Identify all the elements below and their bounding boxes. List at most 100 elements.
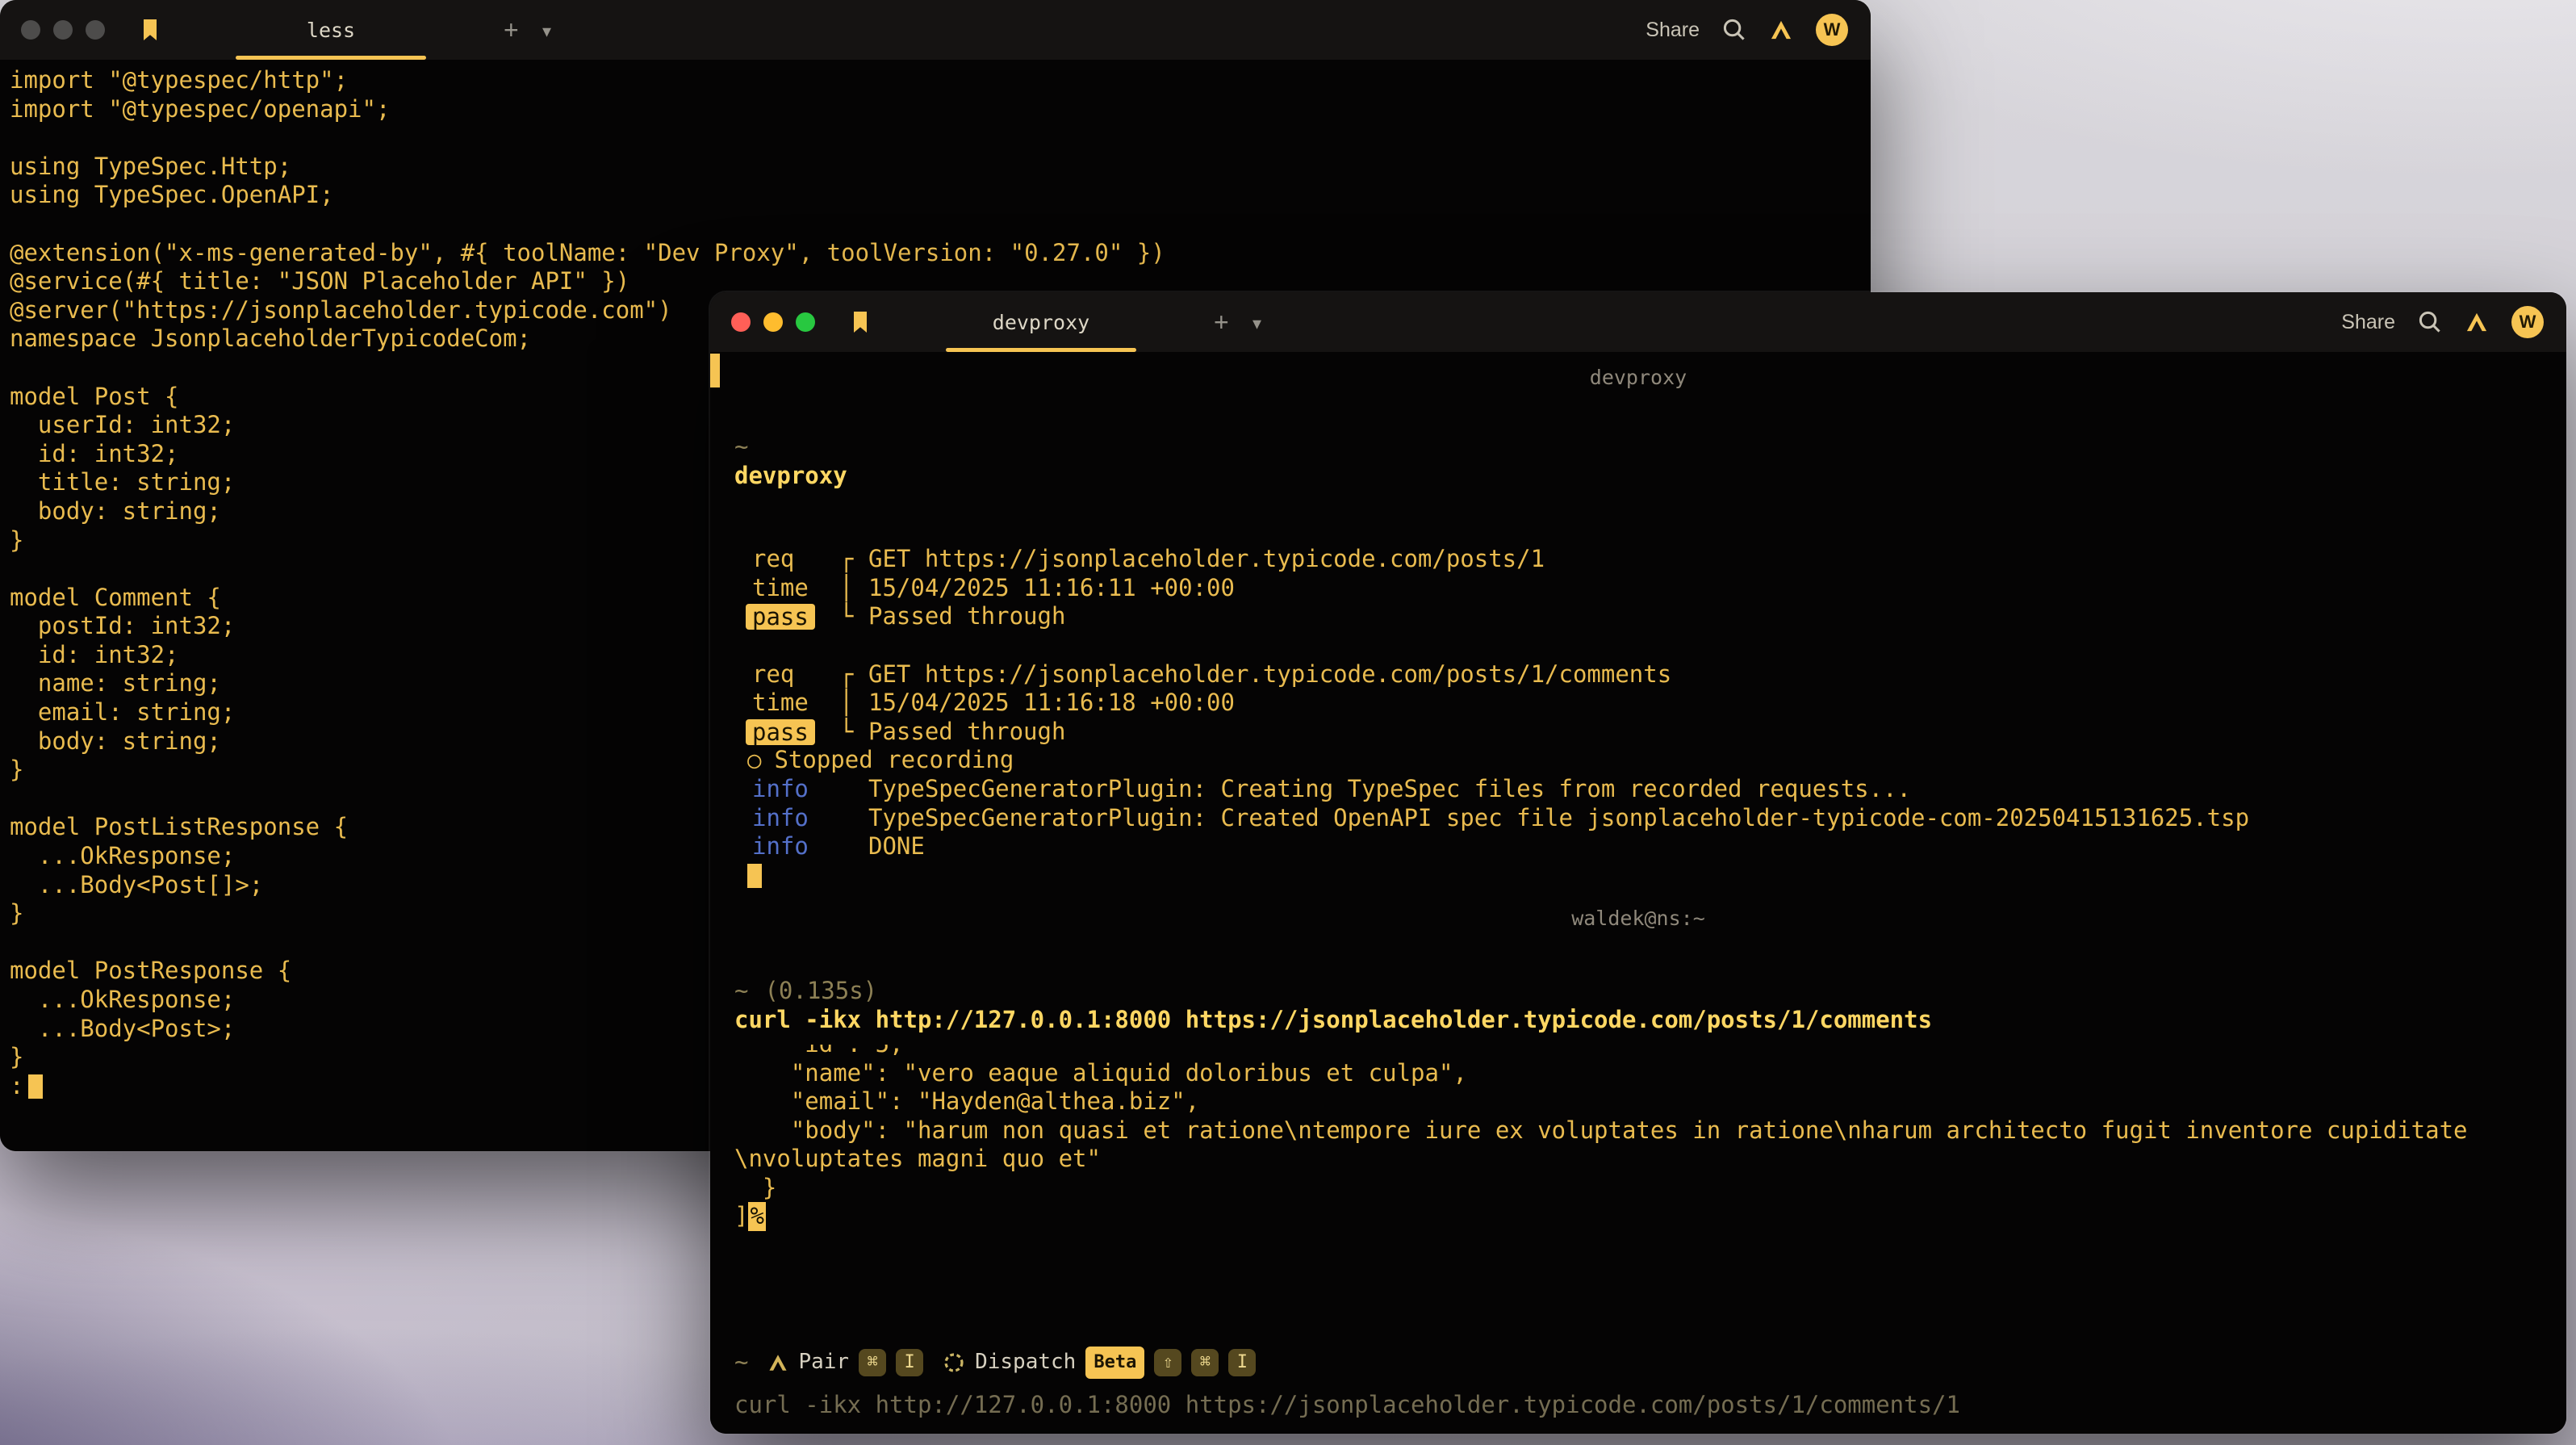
traffic-lights — [21, 20, 105, 40]
box-corner-top: ┌ — [839, 545, 868, 574]
tab-title: devproxy — [993, 311, 1089, 334]
shift-key: ⇧ — [1154, 1349, 1181, 1376]
dispatch-button[interactable]: Dispatch Beta ⇧ ⌘ I — [943, 1347, 1256, 1379]
info-row: info DONE — [734, 832, 2542, 861]
tab-devproxy[interactable]: devproxy — [920, 292, 1162, 352]
cursor-block — [28, 1074, 43, 1099]
time-label: time — [752, 689, 839, 718]
info-row: info TypeSpecGeneratorPlugin: Creating T… — [734, 775, 2542, 804]
tab-title: less — [307, 19, 355, 42]
request-row: req ┌ GET https://jsonplaceholder.typico… — [734, 660, 2542, 689]
clipped-output-line: "id": 5, — [734, 1045, 2542, 1059]
search-icon[interactable] — [2418, 310, 2442, 334]
info-row: info TypeSpecGeneratorPlugin: Created Op… — [734, 804, 2542, 833]
running-cursor-line — [734, 861, 2542, 890]
box-corner-top: ┌ — [839, 660, 868, 689]
prompt-row: ~ — [734, 433, 2542, 462]
prompt-dir: ~ — [734, 433, 748, 462]
request-result: Passed through — [868, 718, 2542, 747]
traffic-lights — [731, 312, 815, 332]
bookmarks-icon[interactable] — [849, 310, 872, 334]
block-sticky-header: devproxy — [734, 365, 2542, 391]
prompt-row: ~ (0.135s) — [734, 977, 2542, 1006]
search-icon[interactable] — [1722, 18, 1746, 42]
dispatch-icon — [943, 1351, 965, 1374]
info-label: info — [752, 804, 839, 833]
closing-bracket: ] — [734, 1202, 748, 1231]
prompt-dir: ~ — [734, 977, 748, 1006]
i-key: I — [896, 1349, 923, 1376]
close-button[interactable] — [731, 312, 751, 332]
request-url: GET https://jsonplaceholder.typicode.com… — [868, 660, 2542, 689]
time-label: time — [752, 574, 839, 603]
avatar[interactable]: W — [1816, 14, 1848, 46]
time-row: time │ 15/04/2025 11:16:18 +00:00 — [734, 689, 2542, 718]
titlebar-less[interactable]: less + ▾ Share W — [0, 0, 1871, 60]
info-label: info — [752, 832, 839, 861]
devproxy-terminal-content[interactable]: devproxy ~ devproxy req ┌ GET https://js… — [710, 352, 2566, 1434]
pass-row: pass └ Passed through — [734, 602, 2542, 631]
command-duration: (0.135s) — [764, 977, 877, 1006]
request-time: 15/04/2025 11:16:11 +00:00 — [868, 574, 2542, 603]
beta-badge: Beta — [1085, 1347, 1144, 1379]
request-url: GET https://jsonplaceholder.typicode.com… — [868, 545, 2542, 574]
info-label: info — [752, 775, 839, 804]
warp-logo-icon[interactable] — [1769, 19, 1793, 40]
new-tab-button[interactable]: + — [504, 0, 519, 60]
share-button[interactable]: Share — [1646, 19, 1700, 42]
window-devproxy[interactable]: devproxy + ▾ Share W devproxy ~ — [710, 292, 2566, 1434]
req-label: req — [752, 660, 839, 689]
prompt-dir: ~ — [734, 1348, 748, 1377]
command-input-ghost[interactable]: curl -ikx http://127.0.0.1:8000 https://… — [734, 1388, 2542, 1421]
zoom-button[interactable] — [796, 312, 815, 332]
desktop: less + ▾ Share W import "@typespec/http"… — [0, 0, 2576, 1445]
box-pipe: │ — [839, 574, 868, 603]
box-corner-bottom: └ — [839, 602, 868, 631]
record-stop-icon: ○ — [747, 746, 761, 775]
command-curl: curl -ikx http://127.0.0.1:8000 https://… — [734, 1006, 2542, 1035]
minimize-button[interactable] — [763, 312, 783, 332]
close-button[interactable] — [21, 20, 40, 40]
zoom-button[interactable] — [86, 20, 105, 40]
bookmarks-icon[interactable] — [139, 18, 161, 42]
cursor-block — [747, 864, 762, 888]
partial-line-marker: % — [748, 1202, 765, 1231]
devproxy-output: req ┌ GET https://jsonplaceholder.typico… — [734, 545, 2542, 890]
pass-badge: pass — [746, 719, 815, 745]
pass-row: pass └ Passed through — [734, 718, 2542, 747]
tab-less[interactable]: less — [210, 0, 452, 60]
cmd-key: ⌘ — [1191, 1349, 1219, 1376]
warp-pair-icon — [767, 1353, 788, 1372]
info-text: DONE — [868, 832, 2542, 861]
curl-json-output: "name": "vero eaque aliquid doloribus et… — [734, 1059, 2490, 1203]
command-devproxy: devproxy — [734, 462, 2542, 491]
titlebar-devproxy[interactable]: devproxy + ▾ Share W — [710, 292, 2566, 352]
request-row: req ┌ GET https://jsonplaceholder.typico… — [734, 545, 2542, 574]
request-time: 15/04/2025 11:16:18 +00:00 — [868, 689, 2542, 718]
req-label: req — [752, 545, 839, 574]
i-key: I — [1228, 1349, 1256, 1376]
pass-badge: pass — [746, 604, 815, 630]
avatar[interactable]: W — [2511, 306, 2544, 338]
pair-button[interactable]: Pair ⌘ I — [767, 1348, 923, 1377]
box-corner-bottom: └ — [839, 718, 868, 747]
tab-list-chevron-icon[interactable]: ▾ — [542, 0, 551, 60]
input-area[interactable]: ~ Pair ⌘ I Dispatch Beta — [734, 1343, 2542, 1434]
block-indicator — [710, 354, 720, 387]
info-text: TypeSpecGeneratorPlugin: Created OpenAPI… — [868, 804, 2542, 833]
tab-list-chevron-icon[interactable]: ▾ — [1252, 292, 1261, 352]
time-row: time │ 15/04/2025 11:16:11 +00:00 — [734, 574, 2542, 603]
new-tab-button[interactable]: + — [1214, 292, 1229, 352]
warp-logo-icon[interactable] — [2465, 312, 2489, 333]
info-text: TypeSpecGeneratorPlugin: Creating TypeSp… — [868, 775, 2542, 804]
box-pipe: │ — [839, 689, 868, 718]
output-end-line: ] % — [734, 1202, 2542, 1231]
block-sticky-header: waldek@ns:~ — [734, 906, 2542, 932]
cmd-key: ⌘ — [859, 1349, 886, 1376]
share-button[interactable]: Share — [2341, 311, 2395, 334]
stopped-recording-line: ○ Stopped recording — [734, 746, 2542, 775]
pager-prompt: : — [10, 1072, 23, 1101]
prompt-hints-bar: ~ Pair ⌘ I Dispatch Beta — [734, 1343, 2542, 1382]
minimize-button[interactable] — [53, 20, 73, 40]
request-result: Passed through — [868, 602, 2542, 631]
